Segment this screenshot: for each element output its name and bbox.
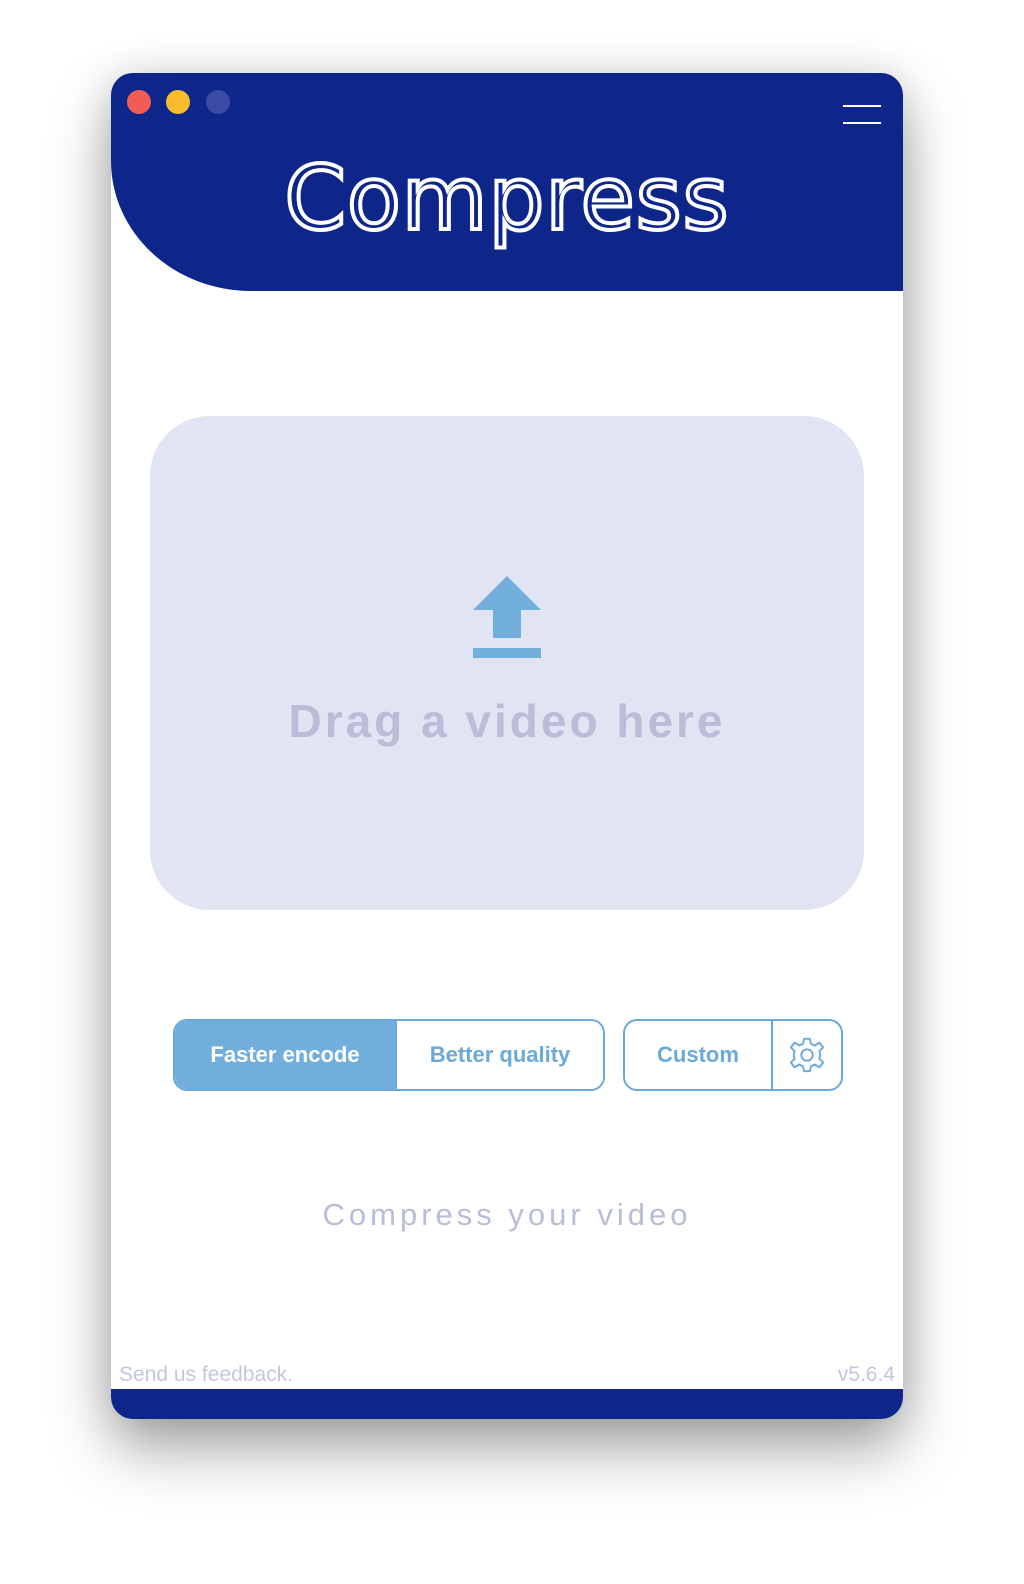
version-label: v5.6.4 — [837, 1363, 895, 1386]
footer-bar — [111, 1389, 903, 1419]
hamburger-menu-icon[interactable] — [843, 103, 881, 127]
custom-button[interactable]: Custom — [625, 1021, 771, 1089]
app-logo: Compress — [283, 145, 731, 252]
feedback-link[interactable]: Send us feedback. — [119, 1363, 293, 1387]
upload-arrow-icon — [473, 576, 541, 658]
video-drop-zone[interactable]: Drag a video here — [150, 416, 864, 910]
window-maximize-button[interactable] — [206, 90, 230, 114]
better-quality-button[interactable]: Better quality — [395, 1021, 603, 1089]
window-minimize-button[interactable] — [166, 90, 190, 114]
app-logo-text: Compress — [285, 147, 730, 250]
encode-preset-toggle: Faster encode Better quality — [173, 1019, 605, 1091]
app-window: Compress Drag a video here Faster encode… — [111, 73, 903, 1419]
tagline: Compress your video — [322, 1197, 692, 1232]
drop-zone-label: Drag a video here — [288, 695, 726, 747]
header: Compress — [111, 73, 903, 291]
window-close-button[interactable] — [127, 90, 151, 114]
custom-preset-group: Custom — [623, 1019, 843, 1091]
gear-icon — [789, 1037, 825, 1073]
settings-button[interactable] — [771, 1021, 841, 1089]
faster-encode-button[interactable]: Faster encode — [175, 1021, 395, 1089]
